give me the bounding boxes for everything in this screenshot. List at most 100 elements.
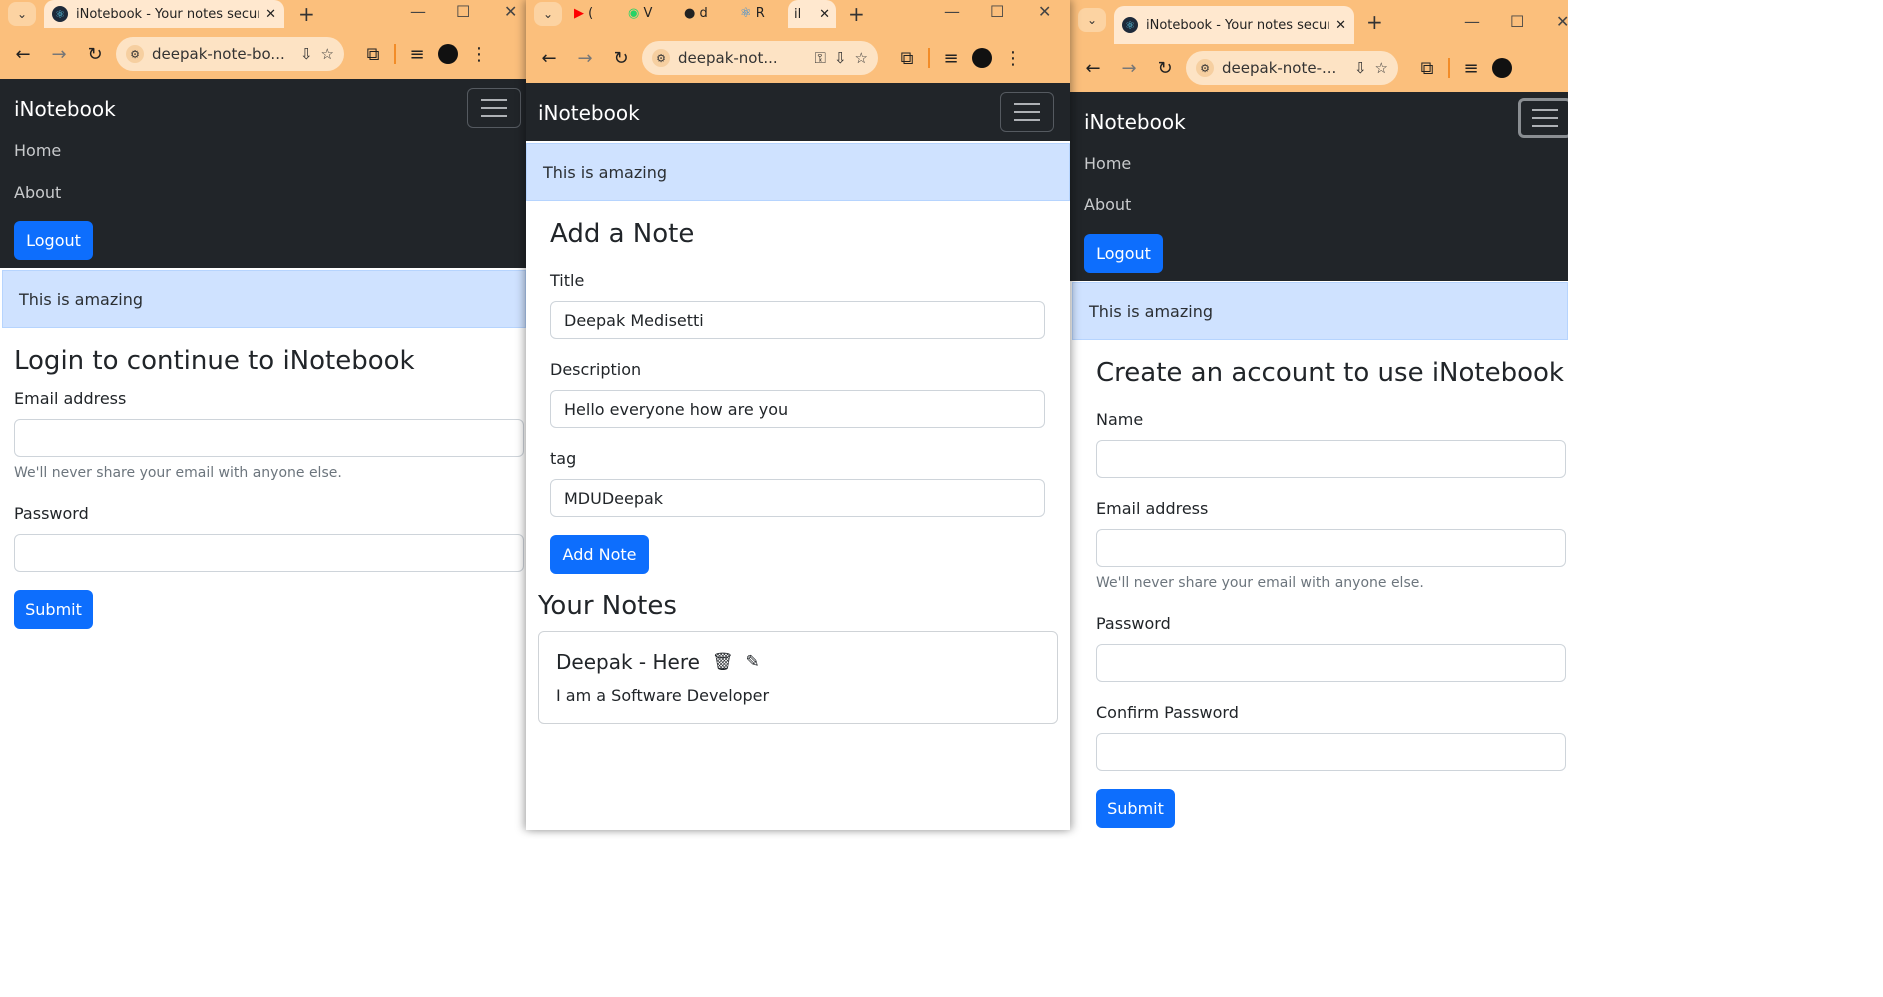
email-field[interactable] <box>1096 529 1566 567</box>
site-info-icon[interactable]: ⚙ <box>652 49 670 67</box>
navbar-brand[interactable]: iNotebook <box>14 97 116 121</box>
key-icon[interactable]: ⚿ <box>815 49 826 67</box>
menu-kebab-icon[interactable]: ⋮ <box>998 43 1028 73</box>
install-icon[interactable]: ⇩ <box>1354 59 1367 77</box>
name-field[interactable] <box>1096 440 1566 478</box>
trash-icon[interactable]: 🗑 <box>712 652 734 672</box>
reload-icon[interactable]: ↻ <box>606 43 636 73</box>
nav-link-home[interactable]: Home <box>14 141 61 160</box>
close-icon[interactable]: ✕ <box>1335 18 1346 33</box>
forward-icon[interactable]: → <box>570 43 600 73</box>
close-icon[interactable]: ✕ <box>265 7 276 22</box>
tag-field[interactable]: MDUDeepak <box>550 479 1045 517</box>
navbar-brand[interactable]: iNotebook <box>538 101 640 125</box>
tab-active[interactable]: il ✕ <box>788 0 836 28</box>
tab-search-button[interactable]: ⌄ <box>1078 8 1106 32</box>
nav-link-about[interactable]: About <box>14 183 61 202</box>
confirm-password-field[interactable] <box>1096 733 1566 771</box>
minimize-button[interactable]: — <box>410 2 426 21</box>
extensions-icon[interactable]: ⧉ <box>358 39 388 69</box>
hamburger-icon <box>1532 117 1558 119</box>
browser-window-signup: ⌄ ⚛ iNotebook - Your notes secured ✕ + —… <box>1070 0 1568 830</box>
close-icon[interactable]: ✕ <box>819 7 830 22</box>
tab-github[interactable]: ● d <box>684 6 708 21</box>
back-icon[interactable]: ← <box>8 39 38 69</box>
profile-avatar[interactable] <box>972 48 992 68</box>
add-note-button[interactable]: Add Note <box>550 535 649 574</box>
menu-kebab-icon[interactable]: ⋮ <box>464 39 494 69</box>
tab-title: iNotebook - Your notes secured <box>76 6 260 22</box>
new-tab-button[interactable]: + <box>1366 10 1383 34</box>
password-field[interactable] <box>1096 644 1566 682</box>
navbar: iNotebook <box>526 83 1070 141</box>
tab-youtube[interactable]: ▶ ( <box>574 6 593 21</box>
tab-strip: ⌄ ⚛ iNotebook - Your notes secured ✕ + —… <box>1070 0 1568 44</box>
new-tab-button[interactable]: + <box>848 2 865 26</box>
title-field[interactable]: Deepak Medisetti <box>550 301 1045 339</box>
media-control-icon[interactable]: ≡ <box>402 39 432 69</box>
nav-link-home[interactable]: Home <box>1084 154 1131 173</box>
logout-button[interactable]: Logout <box>1084 234 1163 273</box>
address-bar[interactable]: ⚙ deepak-note-... ⇩ ☆ <box>1186 51 1398 85</box>
window-close-button[interactable]: ✕ <box>504 2 517 21</box>
maximize-button[interactable]: ☐ <box>990 2 1004 21</box>
bookmark-star-icon[interactable]: ☆ <box>321 45 334 63</box>
submit-button[interactable]: Submit <box>1096 789 1175 828</box>
password-field[interactable] <box>14 534 524 572</box>
profile-avatar[interactable] <box>1492 58 1512 78</box>
email-field[interactable] <box>14 419 524 457</box>
description-label: Description <box>550 360 642 379</box>
back-icon[interactable]: ← <box>1078 53 1108 83</box>
back-icon[interactable]: ← <box>534 43 564 73</box>
install-icon[interactable]: ⇩ <box>300 45 313 63</box>
nav-link-about[interactable]: About <box>1084 195 1131 214</box>
tab-inotebook[interactable]: ⚛ iNotebook - Your notes secured ✕ <box>44 0 284 28</box>
install-icon[interactable]: ⇩ <box>834 49 847 67</box>
window-close-button[interactable]: ✕ <box>1038 2 1051 21</box>
navbar-toggler[interactable] <box>1000 92 1054 132</box>
profile-avatar[interactable] <box>438 44 458 64</box>
address-bar[interactable]: ⚙ deepak-not... ⚿ ⇩ ☆ <box>642 41 878 75</box>
reload-icon[interactable]: ↻ <box>1150 53 1180 83</box>
forward-icon[interactable]: → <box>44 39 74 69</box>
tab-react[interactable]: ⚛ R <box>740 6 765 21</box>
site-info-icon[interactable]: ⚙ <box>1196 59 1214 77</box>
navbar-toggler[interactable] <box>1518 98 1568 138</box>
bookmark-star-icon[interactable]: ☆ <box>1375 59 1388 77</box>
logout-button[interactable]: Logout <box>14 221 93 260</box>
alert-banner: This is amazing <box>526 143 1070 201</box>
window-close-button[interactable]: ✕ <box>1556 12 1568 31</box>
navbar: iNotebook Home About Logout <box>1070 92 1568 281</box>
url-text: deepak-note-bo... <box>152 45 285 63</box>
tab-search-button[interactable]: ⌄ <box>8 2 36 26</box>
forward-icon[interactable]: → <box>1114 53 1144 83</box>
title-label: Title <box>550 271 585 290</box>
email-label: Email address <box>14 389 127 408</box>
minimize-button[interactable]: — <box>944 2 960 21</box>
alert-banner: This is amazing <box>2 270 526 328</box>
submit-button[interactable]: Submit <box>14 590 93 629</box>
maximize-button[interactable]: ☐ <box>456 2 470 21</box>
extensions-icon[interactable]: ⧉ <box>892 43 922 73</box>
address-bar[interactable]: ⚙ deepak-note-bo... ⇩ ☆ <box>116 37 344 71</box>
reload-icon[interactable]: ↻ <box>80 39 110 69</box>
media-control-icon[interactable]: ≡ <box>936 43 966 73</box>
description-field[interactable]: Hello everyone how are you <box>550 390 1045 428</box>
navbar-brand[interactable]: iNotebook <box>1084 110 1186 134</box>
new-tab-button[interactable]: + <box>298 2 315 26</box>
minimize-button[interactable]: — <box>1464 12 1480 31</box>
password-label: Password <box>1096 614 1171 633</box>
media-control-icon[interactable]: ≡ <box>1456 53 1486 83</box>
chevron-down-icon: ⌄ <box>16 7 28 21</box>
extensions-icon[interactable]: ⧉ <box>1412 53 1442 83</box>
navbar-toggler[interactable] <box>467 88 521 128</box>
bookmark-star-icon[interactable]: ☆ <box>855 49 868 67</box>
edit-icon[interactable]: ✎ <box>746 652 760 672</box>
maximize-button[interactable]: ☐ <box>1510 12 1524 31</box>
tab-whatsapp[interactable]: ◉ V <box>628 6 652 21</box>
tab-inotebook[interactable]: ⚛ iNotebook - Your notes secured ✕ <box>1114 6 1354 44</box>
browser-window-login: ⌄ ⚛ iNotebook - Your notes secured ✕ + —… <box>0 0 526 830</box>
email-help-text: We'll never share your email with anyone… <box>14 465 342 481</box>
tab-search-button[interactable]: ⌄ <box>534 2 562 26</box>
site-info-icon[interactable]: ⚙ <box>126 45 144 63</box>
